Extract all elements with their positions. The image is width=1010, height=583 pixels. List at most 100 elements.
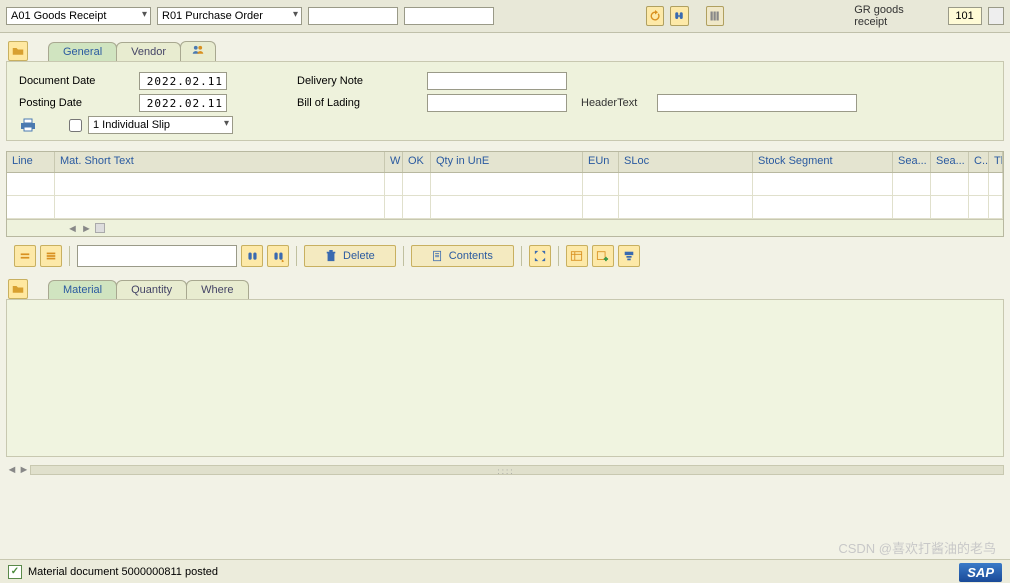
- transaction-dropdown[interactable]: A01 Goods Receipt: [6, 7, 151, 25]
- doc-date-input[interactable]: [139, 72, 227, 90]
- item-action-toolbar: Delete Contents: [6, 241, 1004, 271]
- tab-where-label: Where: [201, 284, 233, 296]
- delete-button[interactable]: Delete: [304, 245, 396, 267]
- filter-icon: [623, 250, 635, 262]
- select-all-button[interactable]: [14, 245, 36, 267]
- delivery-note-input[interactable]: [427, 72, 567, 90]
- status-message: Material document 5000000811 posted: [28, 566, 218, 578]
- tab-general[interactable]: General: [48, 42, 117, 61]
- scroll-left-button[interactable]: ◄: [6, 464, 18, 476]
- grid-scroll-right[interactable]: ►: [81, 223, 91, 233]
- grid-icon: [709, 10, 721, 22]
- col-sea1[interactable]: Sea...: [893, 152, 931, 172]
- top-toolbar: A01 Goods Receipt R01 Purchase Order GR …: [0, 0, 1010, 33]
- movement-type-help[interactable]: [988, 7, 1004, 25]
- col-th[interactable]: Th...: [989, 152, 1003, 172]
- scroll-track[interactable]: ::::: [30, 465, 1004, 475]
- select-all-icon: [19, 250, 31, 262]
- col-qty[interactable]: Qty in UnE: [431, 152, 583, 172]
- col-stock-segment[interactable]: Stock Segment: [753, 152, 893, 172]
- print-icon[interactable]: [19, 117, 37, 133]
- separator: [296, 246, 297, 266]
- print-checkbox[interactable]: [69, 119, 82, 132]
- items-grid: Line Mat. Short Text W OK Qty in UnE EUn…: [6, 151, 1004, 237]
- header-panel: Document Date Delivery Note Posting Date…: [6, 61, 1004, 141]
- grid-row[interactable]: [7, 173, 1003, 196]
- detail-tab-strip: Material Quantity Where: [0, 279, 1010, 299]
- col-sloc[interactable]: SLoc: [619, 152, 753, 172]
- binoculars-icon: [246, 250, 259, 263]
- grid-scroll-thumb[interactable]: [95, 223, 105, 233]
- expand-button[interactable]: [529, 245, 551, 267]
- tab-general-label: General: [63, 46, 102, 58]
- find-next-button[interactable]: [267, 245, 289, 267]
- po-number-input[interactable]: [308, 7, 398, 25]
- grid-header: Line Mat. Short Text W OK Qty in UnE EUn…: [7, 152, 1003, 173]
- partner-icon: [191, 44, 205, 56]
- collapse-header-button[interactable]: [8, 41, 28, 61]
- scroll-grip-icon: ::::: [498, 467, 515, 476]
- col-sea2[interactable]: Sea...: [931, 152, 969, 172]
- folder-icon: [12, 45, 24, 57]
- slip-dropdown[interactable]: 1 Individual Slip: [88, 116, 233, 134]
- deselect-icon: [45, 250, 57, 262]
- document-icon: [432, 250, 443, 262]
- separator: [69, 246, 70, 266]
- bill-of-lading-input[interactable]: [427, 94, 567, 112]
- add-button[interactable]: [592, 245, 614, 267]
- tab-vendor[interactable]: Vendor: [116, 42, 181, 61]
- contents-button[interactable]: Contents: [411, 245, 514, 267]
- tab-where[interactable]: Where: [186, 280, 248, 299]
- col-line[interactable]: Line: [7, 152, 55, 172]
- col-material[interactable]: Mat. Short Text: [55, 152, 385, 172]
- grid-scroll-left[interactable]: ◄: [67, 223, 77, 233]
- scroll-right-button[interactable]: ►: [18, 464, 30, 476]
- watermark: CSDN @喜欢打酱油的老鸟: [838, 538, 996, 557]
- grid-scrollbar: ◄ ►: [7, 219, 1003, 236]
- col-c[interactable]: C...: [969, 152, 989, 172]
- find-item-button[interactable]: [241, 245, 263, 267]
- settings-button[interactable]: [566, 245, 588, 267]
- tab-partner[interactable]: [180, 41, 216, 61]
- deselect-all-button[interactable]: [40, 245, 62, 267]
- status-bar: ✓ Material document 5000000811 posted SA…: [0, 559, 1010, 583]
- post-date-input[interactable]: [139, 94, 227, 112]
- col-ok[interactable]: OK: [403, 152, 431, 172]
- po-item-input[interactable]: [404, 7, 494, 25]
- collapse-detail-button[interactable]: [8, 279, 28, 299]
- delete-label: Delete: [343, 250, 375, 262]
- table-plus-icon: [596, 250, 609, 262]
- movement-type-input[interactable]: [948, 7, 982, 25]
- bill-of-lading-label: Bill of Lading: [297, 97, 427, 109]
- horizontal-scrollbar: ◄ ► ::::: [6, 463, 1004, 477]
- grid-body: [7, 173, 1003, 219]
- item-search-input[interactable]: [77, 245, 237, 267]
- separator: [403, 246, 404, 266]
- tab-quantity[interactable]: Quantity: [116, 280, 187, 299]
- expand-icon: [534, 250, 546, 262]
- gr-label: GR goods receipt: [850, 4, 935, 28]
- doc-date-label: Document Date: [19, 75, 139, 87]
- layout-button[interactable]: [706, 6, 724, 26]
- reference-value: R01 Purchase Order: [162, 10, 263, 22]
- tab-quantity-label: Quantity: [131, 284, 172, 296]
- col-w[interactable]: W: [385, 152, 403, 172]
- filter-button[interactable]: [618, 245, 640, 267]
- find-button[interactable]: [670, 6, 688, 26]
- detail-panel: [6, 299, 1004, 457]
- tab-vendor-label: Vendor: [131, 46, 166, 58]
- contents-label: Contents: [449, 250, 493, 262]
- col-eun[interactable]: EUn: [583, 152, 619, 172]
- reference-dropdown[interactable]: R01 Purchase Order: [157, 7, 302, 25]
- tab-material[interactable]: Material: [48, 280, 117, 299]
- trash-icon: [325, 250, 337, 262]
- binoculars-next-icon: [272, 250, 285, 263]
- sap-logo: SAP: [959, 563, 1002, 582]
- execute-button[interactable]: [646, 6, 664, 26]
- binoculars-icon: [673, 10, 685, 22]
- separator: [558, 246, 559, 266]
- refresh-icon: [649, 10, 661, 22]
- grid-row[interactable]: [7, 196, 1003, 219]
- post-date-label: Posting Date: [19, 97, 139, 109]
- header-text-input[interactable]: [657, 94, 857, 112]
